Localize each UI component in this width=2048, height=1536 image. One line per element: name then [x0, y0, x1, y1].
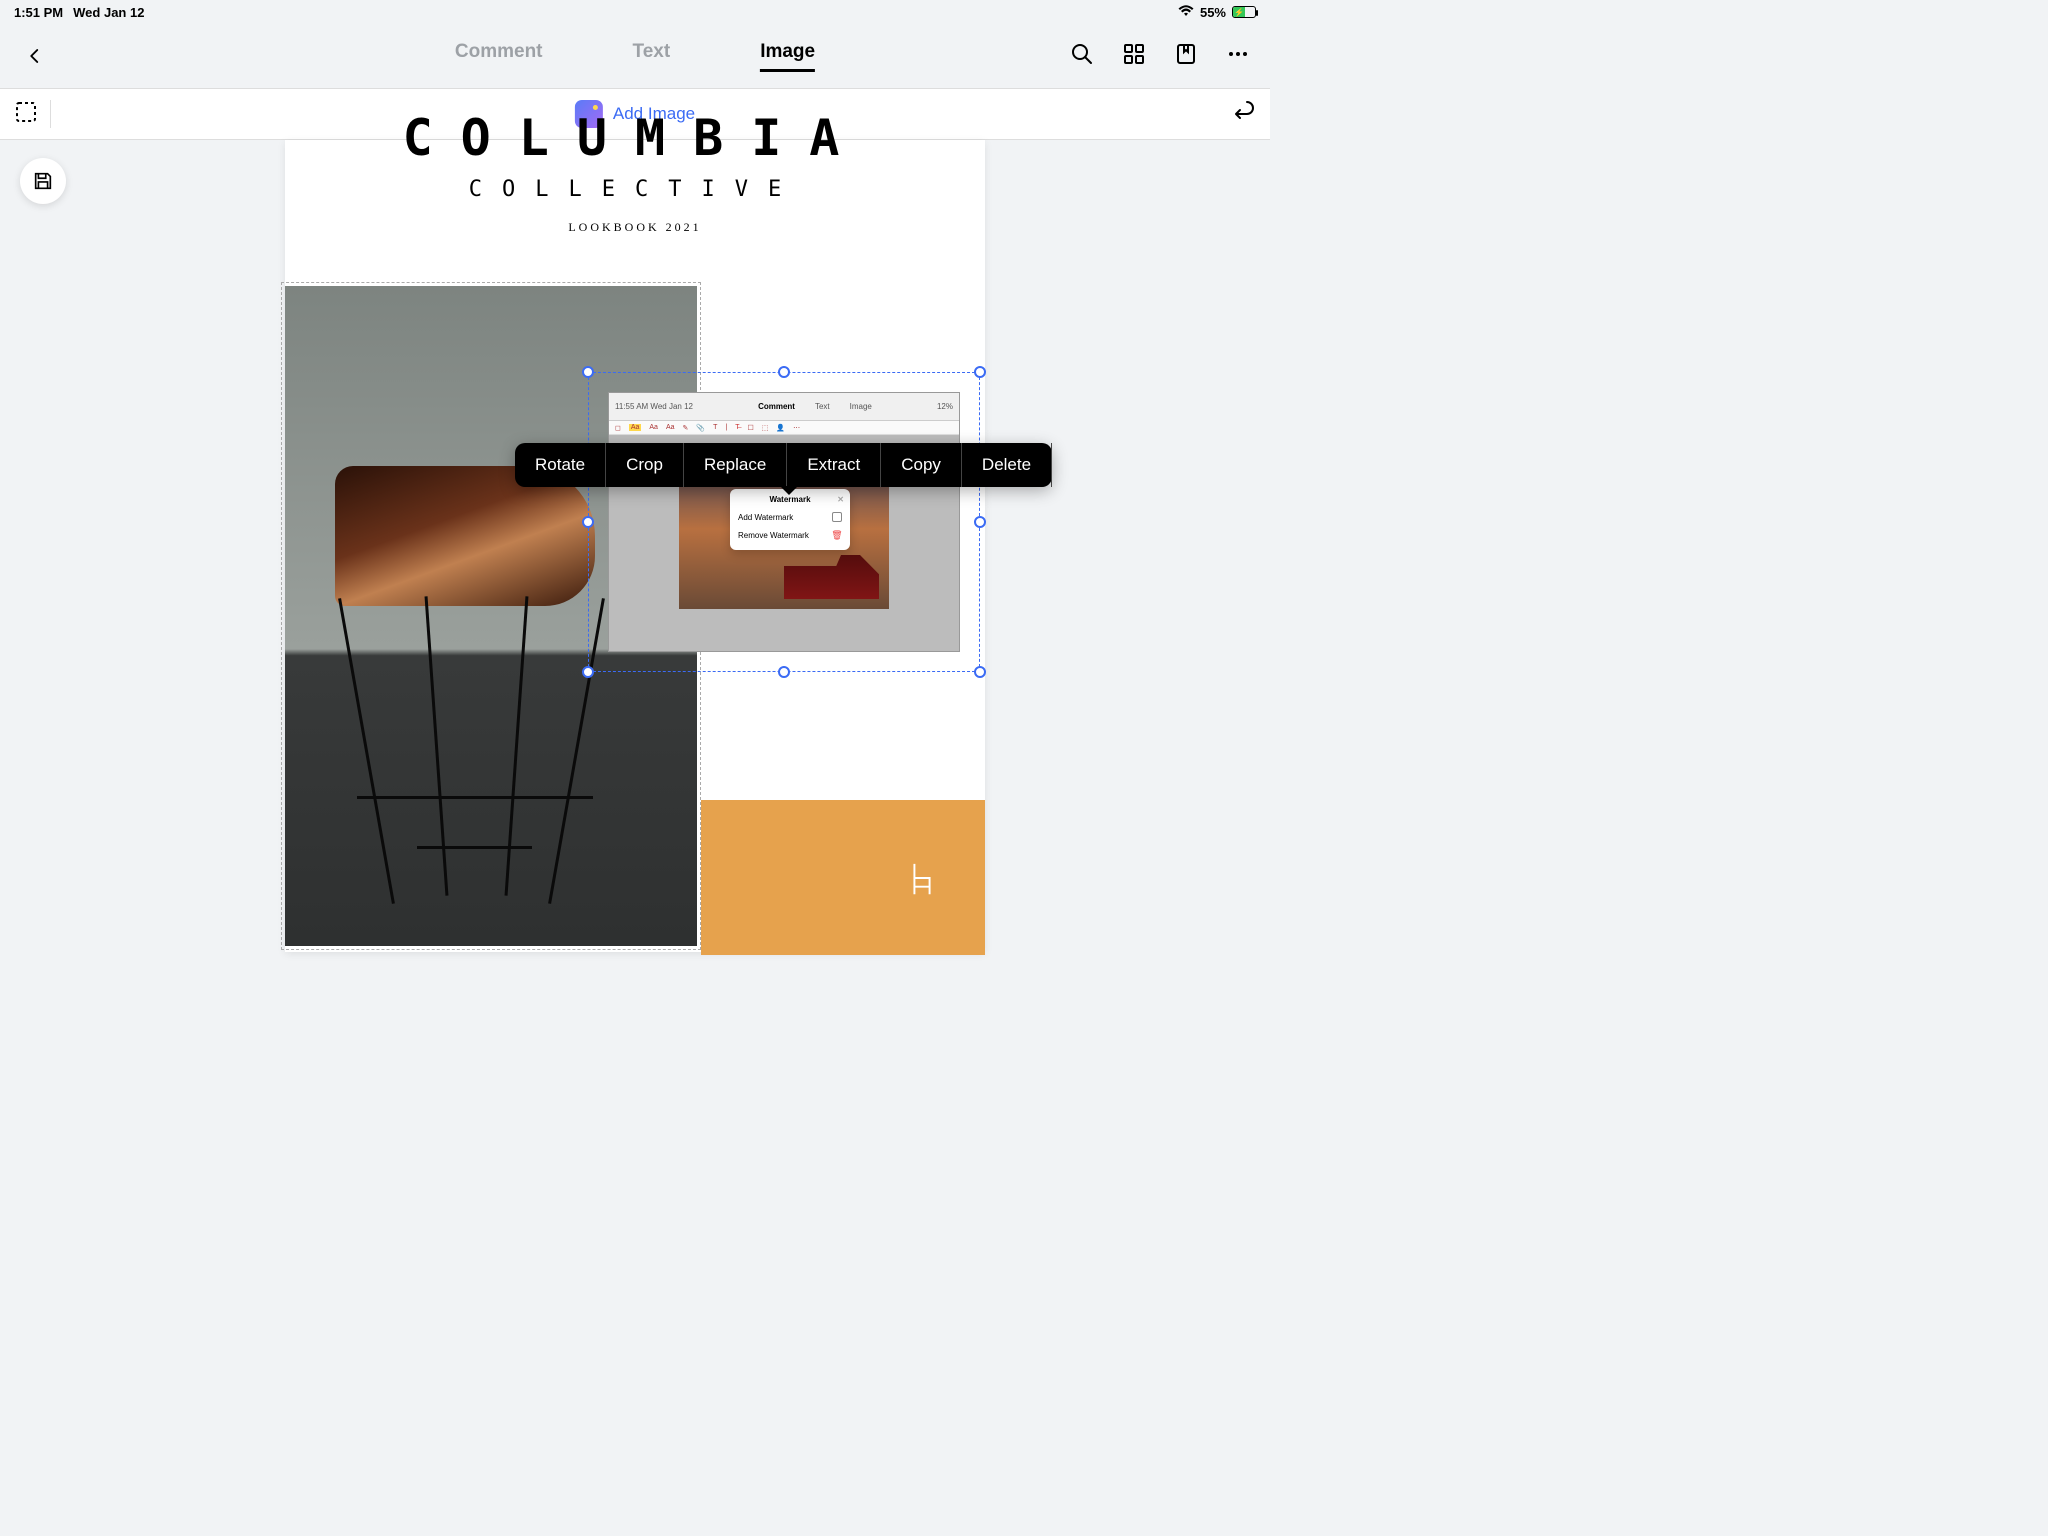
battery-percent: 55% — [1200, 5, 1226, 20]
resize-handle-s[interactable] — [778, 666, 790, 678]
status-bar: 1:51 PM Wed Jan 12 55% ⚡ — [0, 0, 1270, 24]
tab-comment[interactable]: Comment — [455, 41, 543, 72]
top-nav: Comment Text Image — [0, 24, 1270, 88]
document-area: COLUMBIA COLLECTIVE LOOKBOOK 2021 11:55 … — [0, 140, 1270, 952]
resize-handle-e[interactable] — [974, 516, 986, 528]
ctx-replace[interactable]: Replace — [684, 443, 787, 487]
search-icon[interactable] — [1070, 42, 1094, 71]
resize-handle-w[interactable] — [582, 516, 594, 528]
doc-title-2: COLLECTIVE — [285, 177, 985, 202]
chair-outline-icon — [909, 861, 935, 895]
ctx-delete[interactable]: Delete — [962, 443, 1052, 487]
tab-text[interactable]: Text — [633, 41, 671, 72]
undo-button[interactable] — [1232, 100, 1256, 129]
back-button[interactable] — [20, 41, 50, 71]
resize-handle-nw[interactable] — [582, 366, 594, 378]
ctx-arrow-icon — [780, 486, 798, 495]
doc-title-1: COLUMBIA — [285, 126, 985, 151]
orange-decorative-block — [701, 800, 985, 955]
wifi-icon — [1178, 5, 1194, 20]
bookmark-panel-icon[interactable] — [1174, 42, 1198, 71]
image-context-menu: Rotate Crop Replace Extract Copy Delete — [515, 443, 1052, 487]
selected-image[interactable]: 11:55 AM Wed Jan 12 Comment Text Image 1… — [588, 372, 980, 672]
more-icon[interactable] — [1226, 42, 1250, 71]
ctx-copy[interactable]: Copy — [881, 443, 962, 487]
ctx-crop[interactable]: Crop — [606, 443, 684, 487]
tab-image[interactable]: Image — [760, 41, 815, 72]
marquee-select-icon[interactable] — [14, 100, 38, 129]
selection-border — [588, 372, 980, 672]
battery-icon: ⚡ — [1232, 6, 1256, 18]
resize-handle-se[interactable] — [974, 666, 986, 678]
doc-subtitle: LOOKBOOK 2021 — [285, 220, 985, 235]
ctx-rotate[interactable]: Rotate — [515, 443, 606, 487]
grid-icon[interactable] — [1122, 42, 1146, 71]
status-date: Wed Jan 12 — [73, 5, 144, 20]
resize-handle-n[interactable] — [778, 366, 790, 378]
status-time: 1:51 PM — [14, 5, 63, 20]
resize-handle-sw[interactable] — [582, 666, 594, 678]
ctx-extract[interactable]: Extract — [787, 443, 881, 487]
resize-handle-ne[interactable] — [974, 366, 986, 378]
